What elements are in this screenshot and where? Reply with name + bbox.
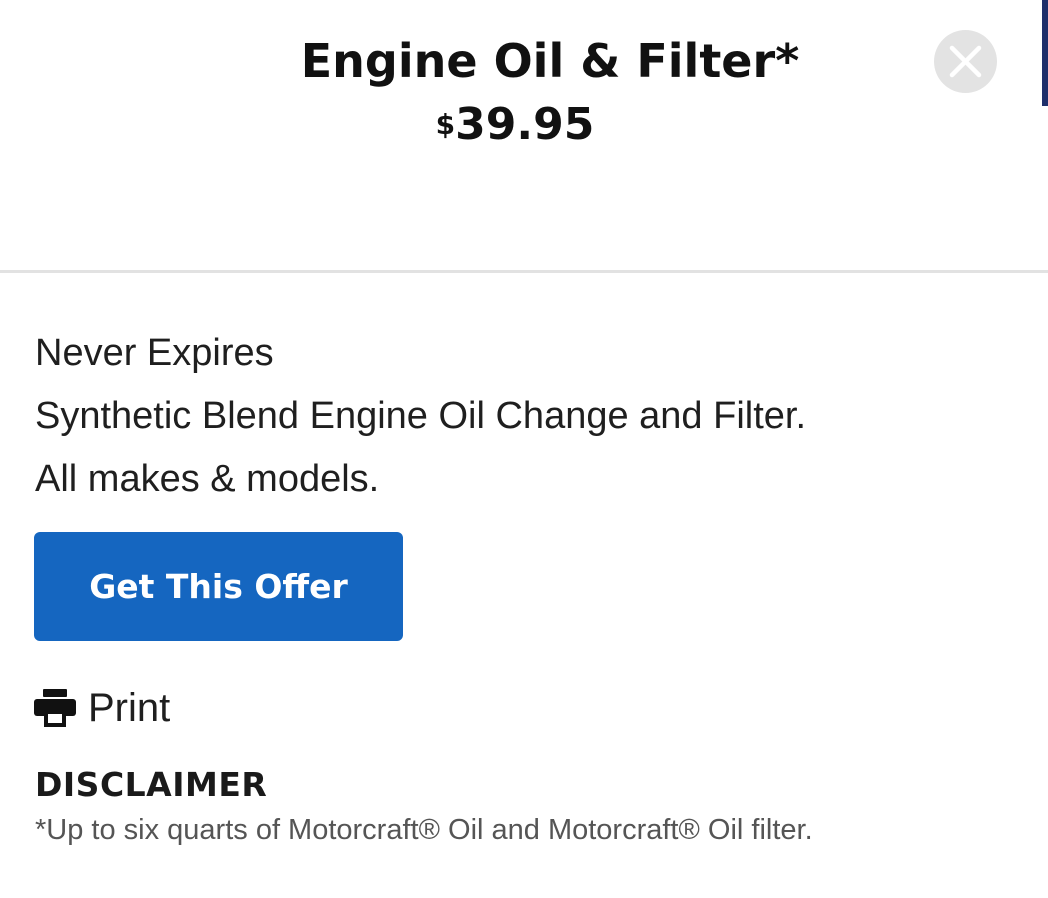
disclaimer-heading: DISCLAIMER bbox=[35, 765, 268, 804]
header-divider bbox=[0, 270, 1048, 273]
offer-details: Never Expires Synthetic Blend Engine Oil… bbox=[35, 322, 1015, 511]
close-icon bbox=[949, 45, 982, 78]
offer-title: Engine Oil & Filter* bbox=[300, 34, 800, 88]
offer-description: Synthetic Blend Engine Oil Change and Fi… bbox=[35, 395, 807, 437]
modal-header: Engine Oil & Filter* $39.95 bbox=[0, 0, 1048, 272]
close-button[interactable] bbox=[934, 30, 997, 93]
offer-modal: Engine Oil & Filter* $39.95 Never Expire… bbox=[0, 0, 1048, 898]
vehicle-eligibility: All makes & models. bbox=[35, 458, 380, 500]
print-link[interactable]: Print bbox=[34, 680, 170, 736]
print-label: Print bbox=[88, 685, 171, 730]
expiration-text: Never Expires bbox=[35, 332, 274, 374]
price-amount: 39.95 bbox=[455, 99, 595, 150]
price-currency: $ bbox=[435, 108, 456, 141]
printer-icon bbox=[34, 689, 76, 727]
get-offer-button[interactable]: Get This Offer bbox=[34, 532, 403, 641]
disclaimer-text: *Up to six quarts of Motorcraft® Oil and… bbox=[35, 814, 813, 846]
offer-price: $39.95 bbox=[0, 94, 1030, 156]
